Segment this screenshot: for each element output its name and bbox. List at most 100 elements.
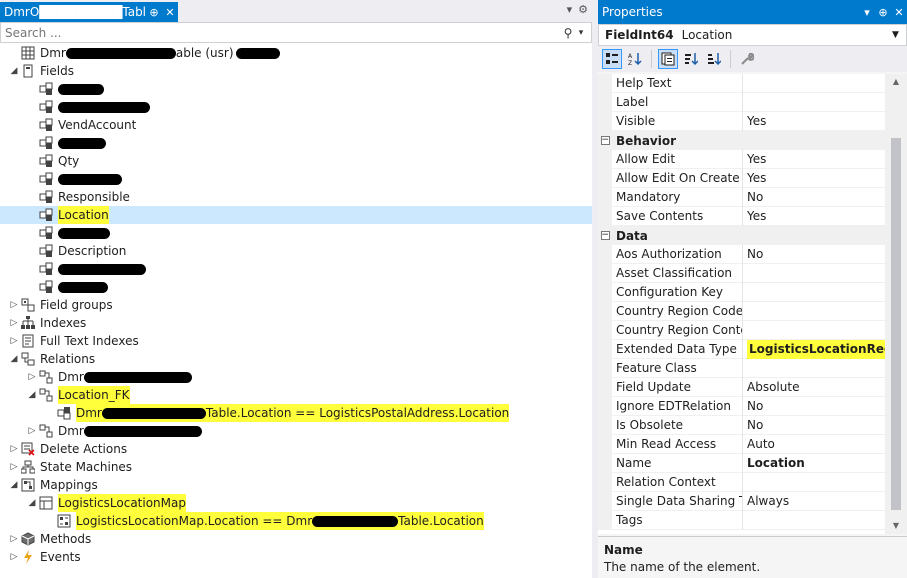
- expanded-arrow-icon[interactable]: ◢: [26, 386, 38, 404]
- collapsed-arrow-icon[interactable]: ▷: [8, 296, 20, 314]
- sort-ascending-button[interactable]: [704, 49, 724, 69]
- expanded-arrow-icon[interactable]: ◢: [8, 476, 20, 494]
- tree-node[interactable]: ▷ Delete Actions: [0, 440, 592, 458]
- property-grid-scrollbar[interactable]: ▲ ▼: [885, 74, 907, 534]
- property-value[interactable]: Location: [743, 454, 885, 473]
- tree-node[interactable]: Dmr able (usr): [0, 44, 592, 62]
- pin-icon[interactable]: ⊕: [875, 6, 891, 19]
- property-row[interactable]: Min Read Access Auto: [598, 434, 885, 454]
- document-tab[interactable]: DmrO█████████Table ⊕ ✕: [0, 2, 178, 22]
- tree-node[interactable]: LogisticsLocationMap.Location == Dmr Tabl…: [0, 512, 592, 530]
- property-value[interactable]: Yes: [743, 112, 885, 131]
- sort-descending-button[interactable]: [681, 49, 701, 69]
- search-icon[interactable]: ⚲: [561, 26, 575, 40]
- property-row[interactable]: Allow Edit On Create Yes: [598, 168, 885, 188]
- property-row[interactable]: Visible Yes: [598, 111, 885, 131]
- scroll-up-arrow-icon[interactable]: ▲: [885, 74, 907, 90]
- collapsed-arrow-icon[interactable]: ▷: [8, 548, 20, 566]
- property-row[interactable]: Feature Class: [598, 358, 885, 378]
- tree-node[interactable]: [0, 134, 592, 152]
- chevron-down-icon[interactable]: ▼: [892, 30, 906, 40]
- collapsed-arrow-icon[interactable]: ▷: [8, 440, 20, 458]
- collapsed-arrow-icon[interactable]: ▷: [8, 530, 20, 548]
- property-value[interactable]: LogisticsLocationRecId: [743, 339, 885, 359]
- collapse-minus-icon[interactable]: −: [598, 131, 612, 150]
- property-value[interactable]: Yes: [743, 150, 885, 169]
- property-row[interactable]: Mandatory No: [598, 187, 885, 207]
- settings-icon[interactable]: ⚙: [578, 3, 588, 16]
- close-icon[interactable]: ✕: [891, 6, 907, 19]
- property-row[interactable]: Field Update Absolute: [598, 377, 885, 397]
- property-value[interactable]: No: [743, 245, 885, 264]
- tab-list-dropdown-icon[interactable]: ▾: [567, 3, 573, 16]
- tree-node[interactable]: ▷ Methods: [0, 530, 592, 548]
- tree-node[interactable]: [0, 80, 592, 98]
- window-position-dropdown-icon[interactable]: ▾: [859, 6, 875, 19]
- close-icon[interactable]: ✕: [162, 6, 178, 19]
- property-value[interactable]: Yes: [743, 169, 885, 188]
- property-row[interactable]: Allow Edit Yes: [598, 149, 885, 169]
- tree-node[interactable]: [0, 224, 592, 242]
- scrollbar-thumb[interactable]: [891, 138, 901, 510]
- property-value[interactable]: No: [743, 188, 885, 207]
- collapsed-arrow-icon[interactable]: ▷: [8, 458, 20, 476]
- collapsed-arrow-icon[interactable]: ▷: [26, 422, 38, 440]
- tree-node[interactable]: Responsible: [0, 188, 592, 206]
- property-row[interactable]: Extended Data TypeLogisticsLocationRecId: [598, 339, 885, 359]
- tree-node[interactable]: ▷ Field groups: [0, 296, 592, 314]
- tree-node[interactable]: ▷ Events: [0, 548, 592, 566]
- tree-node[interactable]: Location: [0, 206, 592, 224]
- property-pages-button[interactable]: [658, 49, 678, 69]
- collapsed-arrow-icon[interactable]: ▷: [8, 314, 20, 332]
- property-row[interactable]: Label: [598, 92, 885, 112]
- tree-node[interactable]: ◢ Location_FK: [0, 386, 592, 404]
- tree-node[interactable]: ◢ Relations: [0, 350, 592, 368]
- collapsed-arrow-icon[interactable]: ▷: [8, 332, 20, 350]
- tree-node[interactable]: ▷ State Machines: [0, 458, 592, 476]
- property-value[interactable]: Auto: [743, 435, 885, 454]
- alphabetical-button[interactable]: AZ: [625, 49, 645, 69]
- pin-icon[interactable]: ⊕: [146, 6, 162, 19]
- property-value[interactable]: Always: [743, 492, 885, 511]
- tree-node[interactable]: ◢ Mappings: [0, 476, 592, 494]
- property-row[interactable]: Tags: [598, 510, 885, 530]
- property-row[interactable]: Asset Classification: [598, 263, 885, 283]
- tree-node[interactable]: ▷ Dmr: [0, 368, 592, 386]
- property-value[interactable]: Absolute: [743, 378, 885, 397]
- expanded-arrow-icon[interactable]: ◢: [26, 494, 38, 512]
- search-options-dropdown-icon[interactable]: ▾: [575, 28, 587, 38]
- search-input[interactable]: [5, 25, 561, 40]
- property-row[interactable]: Is Obsolete No: [598, 415, 885, 435]
- object-selector[interactable]: FieldInt64 Location ▼: [598, 24, 907, 46]
- tree-node[interactable]: ▷ Full Text Indexes: [0, 332, 592, 350]
- property-row[interactable]: Country Region Codes: [598, 301, 885, 321]
- property-value[interactable]: Yes: [743, 207, 885, 226]
- property-row[interactable]: Single Data Sharing TypeAlways: [598, 491, 885, 511]
- property-row[interactable]: Name Location: [598, 453, 885, 473]
- expanded-arrow-icon[interactable]: ◢: [8, 350, 20, 368]
- property-value[interactable]: No: [743, 416, 885, 435]
- categorized-button[interactable]: [602, 49, 622, 69]
- property-row[interactable]: Ignore EDTRelation No: [598, 396, 885, 416]
- tree-node[interactable]: ◢ Fields: [0, 62, 592, 80]
- tree-node[interactable]: [0, 170, 592, 188]
- scroll-down-arrow-icon[interactable]: ▼: [885, 518, 907, 534]
- property-row[interactable]: Help Text: [598, 74, 885, 93]
- tree-node[interactable]: Description: [0, 242, 592, 260]
- tree-node[interactable]: VendAccount: [0, 116, 592, 134]
- tree-node[interactable]: [0, 98, 592, 116]
- tree-node[interactable]: Qty: [0, 152, 592, 170]
- property-category[interactable]: − Behavior: [598, 131, 885, 150]
- collapsed-arrow-icon[interactable]: ▷: [26, 368, 38, 386]
- tree-node[interactable]: ◢ LogisticsLocationMap: [0, 494, 592, 512]
- property-row[interactable]: Configuration Key: [598, 282, 885, 302]
- wrench-button[interactable]: [737, 49, 757, 69]
- tree-node[interactable]: ▷ Indexes: [0, 314, 592, 332]
- property-value[interactable]: No: [743, 397, 885, 416]
- property-row[interactable]: Aos Authorization No: [598, 244, 885, 264]
- collapse-minus-icon[interactable]: −: [598, 226, 612, 245]
- tree-node[interactable]: Dmr Table.Location == LogisticsPostalAddr…: [0, 404, 592, 422]
- property-category[interactable]: − Data: [598, 226, 885, 245]
- expanded-arrow-icon[interactable]: ◢: [8, 62, 20, 80]
- tree-node[interactable]: [0, 278, 592, 296]
